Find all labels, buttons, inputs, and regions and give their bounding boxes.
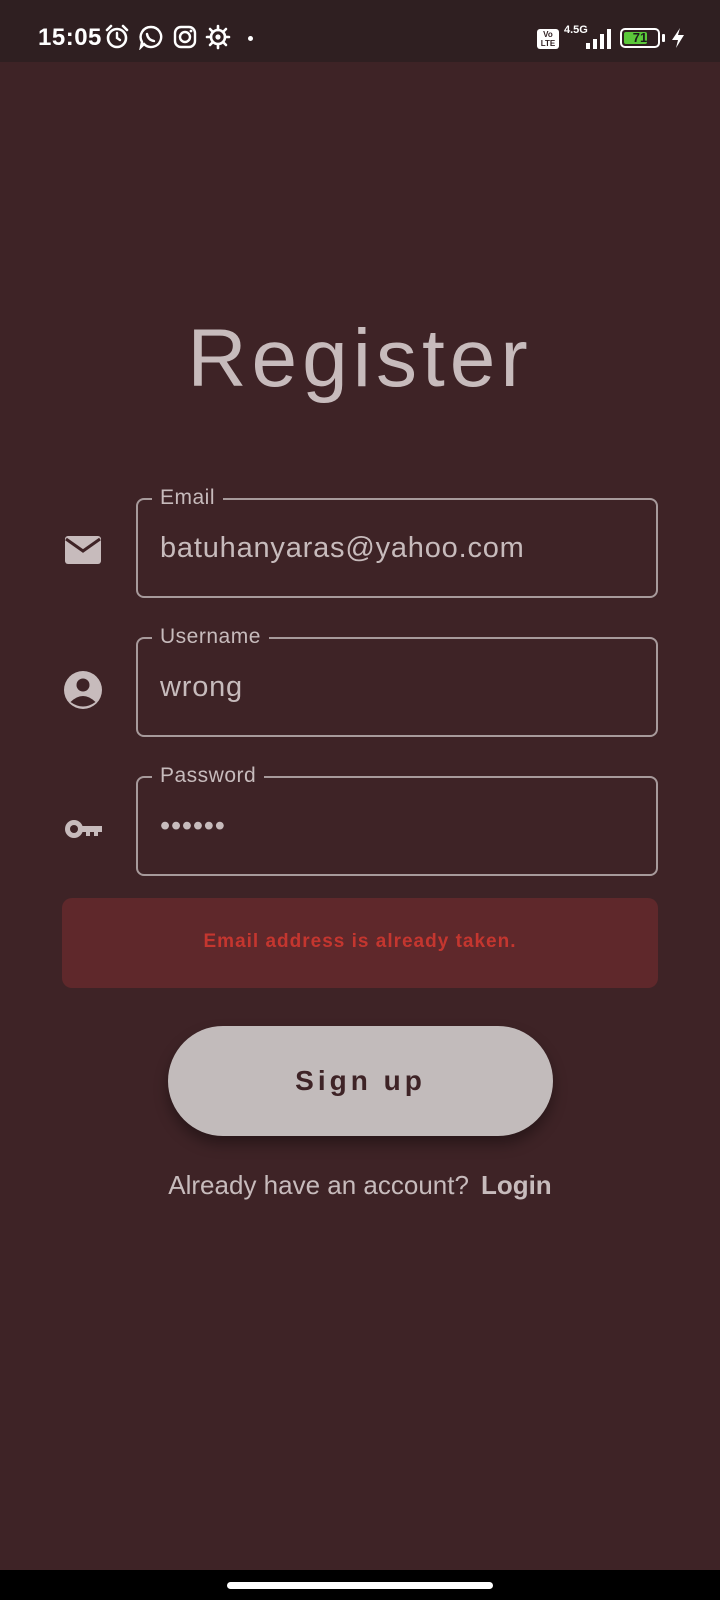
status-bar: 15:05 Vo LTE 4.5G 71: [0, 0, 720, 62]
volte-icon: Vo LTE: [537, 29, 559, 49]
key-icon: [65, 820, 102, 838]
signal-icon: [586, 29, 611, 49]
username-input[interactable]: wrong: [160, 670, 243, 704]
email-field[interactable]: Email batuhanyaras@yahoo.com: [136, 485, 658, 598]
username-label: Username: [152, 624, 269, 650]
email-icon: [65, 536, 101, 564]
login-link[interactable]: Login: [481, 1170, 552, 1200]
login-prompt: Already have an account? Login: [0, 1170, 720, 1201]
instagram-icon: [173, 25, 197, 49]
email-label: Email: [152, 485, 224, 511]
alarm-icon: [105, 24, 129, 49]
settings-icon: [205, 24, 231, 50]
status-time: 15:05: [38, 24, 102, 51]
dot-icon: [248, 36, 253, 41]
home-gesture-handle[interactable]: [227, 1582, 493, 1589]
email-input[interactable]: batuhanyaras@yahoo.com: [160, 531, 525, 565]
whatsapp-icon: [139, 25, 163, 50]
error-banner: Email address is already taken.: [62, 898, 658, 988]
error-message: Email address is already taken.: [203, 931, 517, 952]
battery-tip: [662, 34, 665, 42]
battery-percent: 71: [632, 30, 648, 45]
signup-button[interactable]: Sign up: [168, 1026, 553, 1136]
account-circle-icon: [64, 671, 102, 709]
page-title: Register: [187, 313, 533, 404]
charging-icon: [672, 28, 684, 48]
password-field[interactable]: Password ••••••: [136, 763, 658, 876]
battery-icon: 71: [620, 28, 660, 48]
password-input[interactable]: ••••••: [160, 809, 226, 843]
login-question: Already have an account?: [168, 1170, 469, 1200]
navigation-bar: [0, 1570, 720, 1600]
username-field[interactable]: Username wrong: [136, 624, 658, 737]
password-label: Password: [152, 763, 265, 789]
